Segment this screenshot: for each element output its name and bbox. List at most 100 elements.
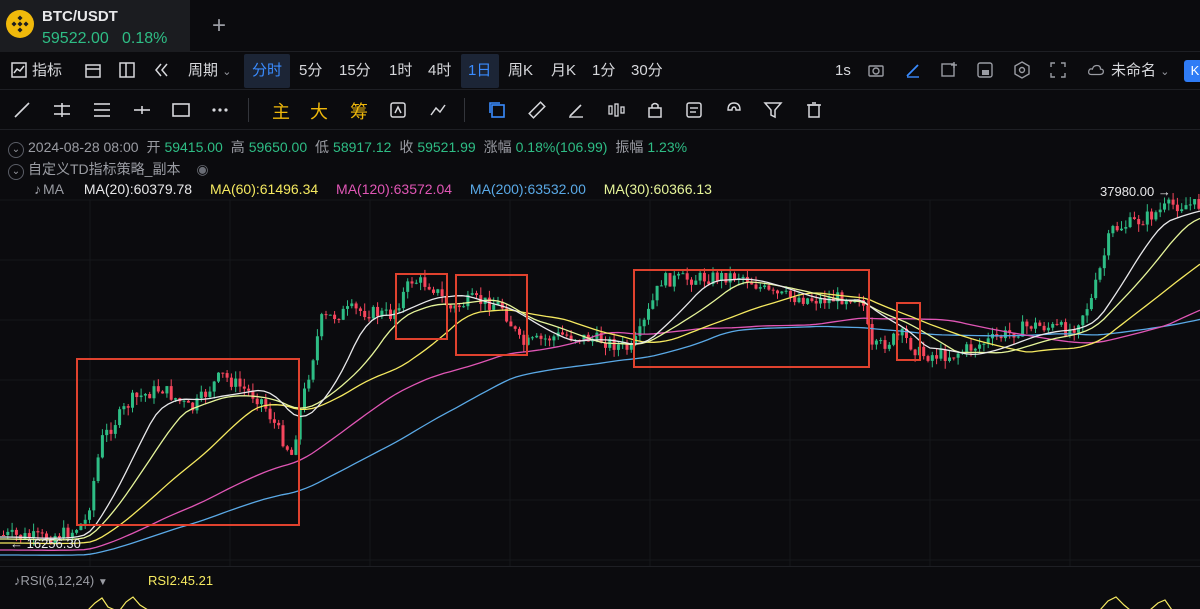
ohlc-info-line: ⌄ 2024-08-28 08:00 开 59415.00 高 59650.00 低5… <box>8 137 691 158</box>
interval-timeline[interactable]: 分时 <box>252 60 282 82</box>
candle-body <box>83 519 87 524</box>
symbol-name: BTC/USDT <box>42 8 118 25</box>
rsi-settings[interactable]: ♪RSI(6,12,24) ▼ <box>14 573 108 588</box>
main-chart-button[interactable]: 主 <box>272 98 290 124</box>
layout-icon[interactable] <box>118 61 136 79</box>
replay-icon[interactable] <box>388 100 408 120</box>
candle-body <box>143 394 147 396</box>
candle-body <box>242 386 246 389</box>
filter-icon[interactable] <box>763 100 783 120</box>
add-annotation-icon[interactable] <box>940 61 958 79</box>
collapse-toggle-icon[interactable]: ⌄ <box>8 164 24 180</box>
candle-body <box>487 297 491 310</box>
indicator-chart-icon[interactable] <box>10 61 28 79</box>
chip-distribution-button[interactable]: 筹 <box>350 98 368 124</box>
candle-body <box>457 305 461 308</box>
rewind-icon[interactable] <box>152 61 170 79</box>
candle-pattern-icon[interactable] <box>606 100 626 120</box>
calendar-icon[interactable] <box>84 61 102 79</box>
horizontal-line-icon[interactable] <box>132 100 152 120</box>
candle-body <box>199 391 203 399</box>
refresh-rate[interactable]: 1s <box>835 60 851 82</box>
interval-4h[interactable]: 4时 <box>428 60 451 82</box>
amplitude-label: 振幅 <box>615 139 644 155</box>
big-order-button[interactable]: 大 <box>310 98 328 124</box>
candle-body <box>741 276 745 279</box>
amplitude-value: 1.23% <box>647 139 688 155</box>
ma120-value: MA(120):63572.04 <box>336 181 453 197</box>
candle-body <box>1107 233 1111 256</box>
more-icon[interactable] <box>210 100 230 120</box>
candle-body <box>40 532 44 534</box>
candle-body <box>672 275 676 287</box>
candle-body <box>552 336 556 341</box>
ruler-icon[interactable] <box>527 100 547 120</box>
candle-body <box>346 306 349 309</box>
candle-body <box>174 398 177 400</box>
candle-body <box>436 289 440 293</box>
symbol-tab[interactable]: BTC/USDT 59522.00 0.18% <box>0 0 190 52</box>
interval-15m[interactable]: 15分 <box>339 60 371 82</box>
candle-body <box>539 335 543 339</box>
add-tab-button[interactable]: + <box>212 12 226 40</box>
note-icon[interactable] <box>684 100 704 120</box>
candle-body <box>892 333 896 345</box>
rectangle-icon[interactable] <box>171 100 191 120</box>
open-label: 开 <box>146 139 161 155</box>
candle-body <box>1145 211 1149 225</box>
candle-body <box>328 314 332 316</box>
copy-icon[interactable] <box>487 100 507 120</box>
candle-body <box>152 386 156 399</box>
fullscreen-icon[interactable] <box>1049 61 1067 79</box>
cloud-icon[interactable] <box>1087 61 1105 79</box>
k-button[interactable]: K <box>1184 60 1200 82</box>
candle-body <box>758 287 762 289</box>
pencil-icon[interactable] <box>904 61 922 79</box>
candle-body <box>324 314 328 316</box>
ma200-value: MA(200):63532.00 <box>469 181 586 197</box>
interval-1h[interactable]: 1时 <box>389 60 412 82</box>
settings-icon[interactable] <box>1013 61 1031 79</box>
period-dropdown[interactable]: 周期 ⌄ <box>188 60 231 82</box>
candle-body <box>277 422 281 426</box>
candle-body <box>88 510 91 520</box>
candle-body <box>788 290 792 298</box>
candle-body <box>470 293 474 295</box>
rsi-pane[interactable]: ♪RSI(6,12,24) ▼ RSI2:45.21 <box>0 566 1200 609</box>
brush-icon[interactable] <box>566 100 586 120</box>
trend-line-icon[interactable] <box>12 100 32 120</box>
low-price-marker: ← 16256.30 <box>10 536 81 551</box>
eye-hidden-icon[interactable]: ◉ <box>196 161 208 177</box>
measure-icon[interactable] <box>428 100 448 120</box>
interval-1m[interactable]: 1分 <box>592 60 615 82</box>
fib-lines-icon[interactable] <box>92 100 112 120</box>
candle-body <box>754 284 758 289</box>
bell-icon[interactable]: ♪ <box>34 181 41 197</box>
interval-1d[interactable]: 1日 <box>468 60 491 82</box>
candlestick-chart[interactable]: ⌄ 2024-08-28 08:00 开 59415.00 高 59650.00 低5… <box>0 130 1200 570</box>
parallel-lines-icon[interactable] <box>52 100 72 120</box>
chevron-down-icon: ⌄ <box>1160 66 1170 78</box>
lock-icon[interactable] <box>645 100 665 120</box>
interval-1w[interactable]: 周K <box>508 60 533 82</box>
image-export-icon[interactable] <box>976 61 994 79</box>
candle-body <box>204 391 208 397</box>
candle-body <box>926 356 930 361</box>
strategy-name: 自定义TD指标策略_副本 <box>28 161 181 177</box>
rsi-value: RSI2:45.21 <box>148 573 214 588</box>
candle-body <box>1115 226 1119 231</box>
camera-icon[interactable] <box>867 61 885 79</box>
candle-body <box>1059 322 1063 325</box>
candle-body <box>139 395 143 398</box>
interval-1mo[interactable]: 月K <box>551 60 576 82</box>
annotation-box[interactable] <box>455 274 528 356</box>
candle-body <box>1025 321 1029 327</box>
candle-body <box>509 321 513 327</box>
indicators-button[interactable]: 指标 <box>32 60 62 82</box>
interval-30m[interactable]: 30分 <box>631 60 663 82</box>
collapse-toggle-icon[interactable]: ⌄ <box>8 142 24 158</box>
interval-5m[interactable]: 5分 <box>299 60 322 82</box>
magnet-icon[interactable] <box>724 100 744 120</box>
layout-name-dropdown[interactable]: 未命名 ⌄ <box>1111 60 1169 82</box>
trash-icon[interactable] <box>804 100 824 120</box>
